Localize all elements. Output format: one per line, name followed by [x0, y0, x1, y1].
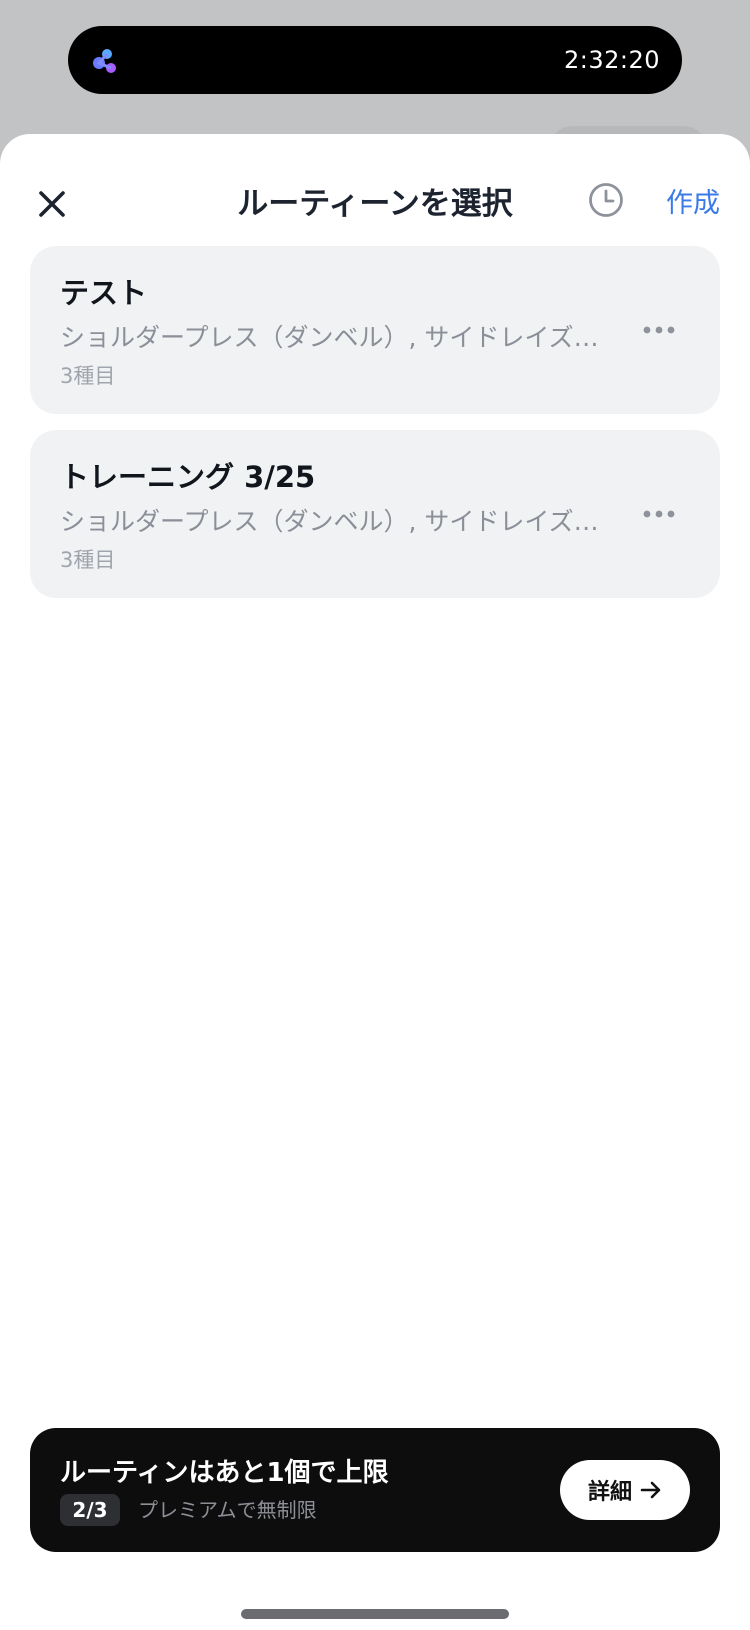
arrow-right-icon	[640, 1481, 661, 1499]
routine-title: トレーニング 3/25	[60, 460, 316, 494]
app-logo-icon	[93, 49, 116, 73]
routine-card[interactable]: テスト ショルダープレス（ダンベル）, サイドレイズ（ダンベル）, ベンチプレス…	[30, 246, 720, 414]
detail-button-label: 詳細	[587, 1480, 632, 1505]
close-icon	[39, 191, 65, 217]
more-horizontal-icon	[643, 510, 675, 518]
live-activity-timer: 2:32:20	[563, 46, 660, 74]
clock-icon	[589, 183, 623, 217]
routine-exercise-count: 3種目	[60, 548, 116, 572]
sheet-title: ルーティーンを選択	[237, 186, 513, 222]
more-horizontal-icon	[643, 326, 675, 334]
routine-exercises: ショルダープレス（ダンベル）, サイドレイズ（ダンベル）, ベンチプレス	[60, 507, 600, 536]
routine-title: テスト	[60, 276, 148, 310]
routine-exercise-count: 3種目	[60, 364, 116, 388]
dynamic-island: 2:32:20	[68, 26, 682, 94]
routine-select-sheet: ルーティーンを選択 作成 テスト ショルダープレス（ダンベル）, サイドレイズ（…	[0, 134, 750, 1630]
usage-badge: 2/3	[60, 1494, 120, 1526]
routine-more-button[interactable]	[634, 492, 684, 536]
detail-button[interactable]: 詳細	[560, 1460, 690, 1520]
premium-note: プレミアムで無制限	[138, 1498, 317, 1522]
routine-card[interactable]: トレーニング 3/25 ショルダープレス（ダンベル）, サイドレイズ（ダンベル）…	[30, 430, 720, 598]
routine-more-button[interactable]	[634, 308, 684, 352]
close-button[interactable]	[30, 182, 74, 226]
history-button[interactable]	[584, 178, 628, 222]
routine-exercises: ショルダープレス（ダンベル）, サイドレイズ（ダンベル）, ベンチプレス	[60, 323, 600, 352]
routine-limit-banner: ルーティンはあと1個で上限 2/3 プレミアムで無制限 詳細	[30, 1428, 720, 1552]
home-indicator	[241, 1609, 509, 1619]
create-button[interactable]: 作成	[666, 178, 720, 230]
limit-title: ルーティンはあと1個で上限	[60, 1458, 389, 1488]
